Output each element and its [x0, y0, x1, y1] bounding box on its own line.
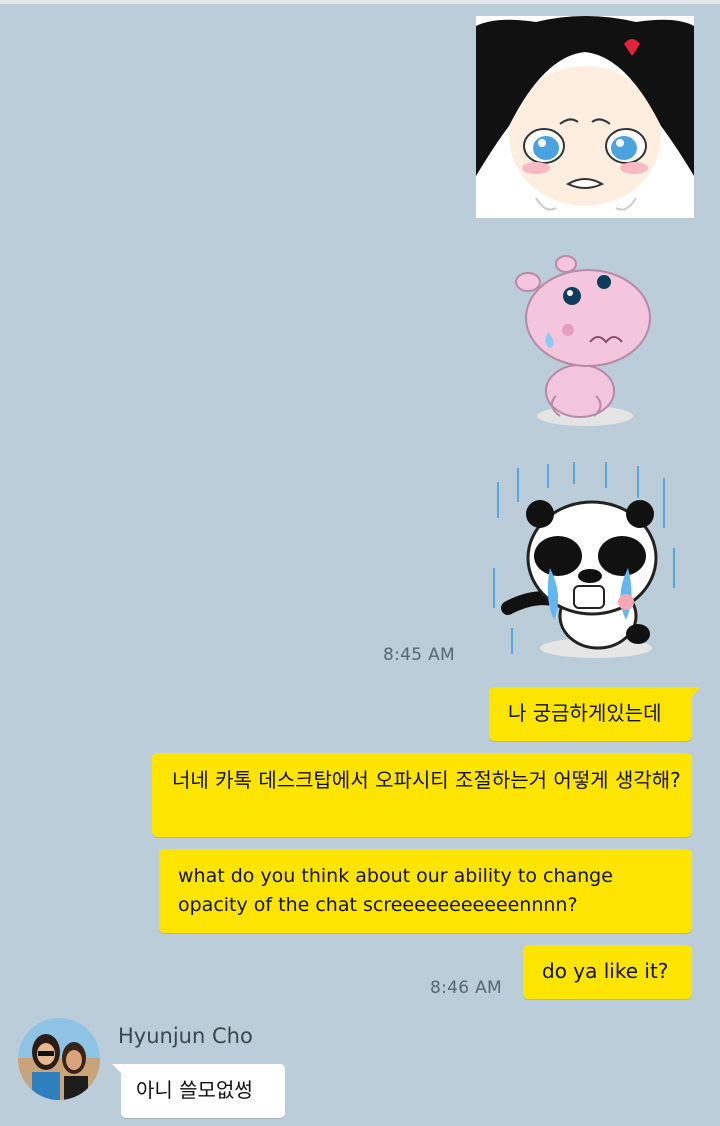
message-text: do ya like it?: [542, 959, 669, 983]
incoming-message-bubble[interactable]: 아니 쓸모없썽: [112, 1064, 285, 1118]
message-text: 아니 쓸모없썽: [136, 1078, 253, 1102]
outgoing-message-bubble[interactable]: 너네 카톡 데스크탑에서 오파시티 조절하는거 어떻게 생각해?: [152, 753, 692, 837]
crying-hippo-sticker[interactable]: [510, 246, 660, 432]
timestamp: 8:45 AM: [383, 645, 455, 665]
crying-panda-sticker[interactable]: [488, 458, 680, 664]
outgoing-message-bubble[interactable]: what do you think about our ability to c…: [159, 849, 692, 933]
sender-avatar[interactable]: [18, 1018, 100, 1100]
message-text: 너네 카톡 데스크탑에서 오파시티 조절하는거 어떻게 생각해?: [172, 768, 681, 792]
message-text: 나 궁금하게있는데: [508, 701, 662, 725]
window-top-border: [0, 0, 720, 4]
sender-name: Hyunjun Cho: [118, 1024, 253, 1048]
message-text: what do you think about our ability to c…: [178, 865, 613, 916]
timestamp: 8:46 AM: [430, 978, 502, 998]
outgoing-message-bubble[interactable]: do ya like it?: [523, 945, 692, 999]
outgoing-message-bubble[interactable]: 나 궁금하게있는데: [489, 687, 701, 741]
crying-girl-sticker[interactable]: [476, 16, 694, 218]
